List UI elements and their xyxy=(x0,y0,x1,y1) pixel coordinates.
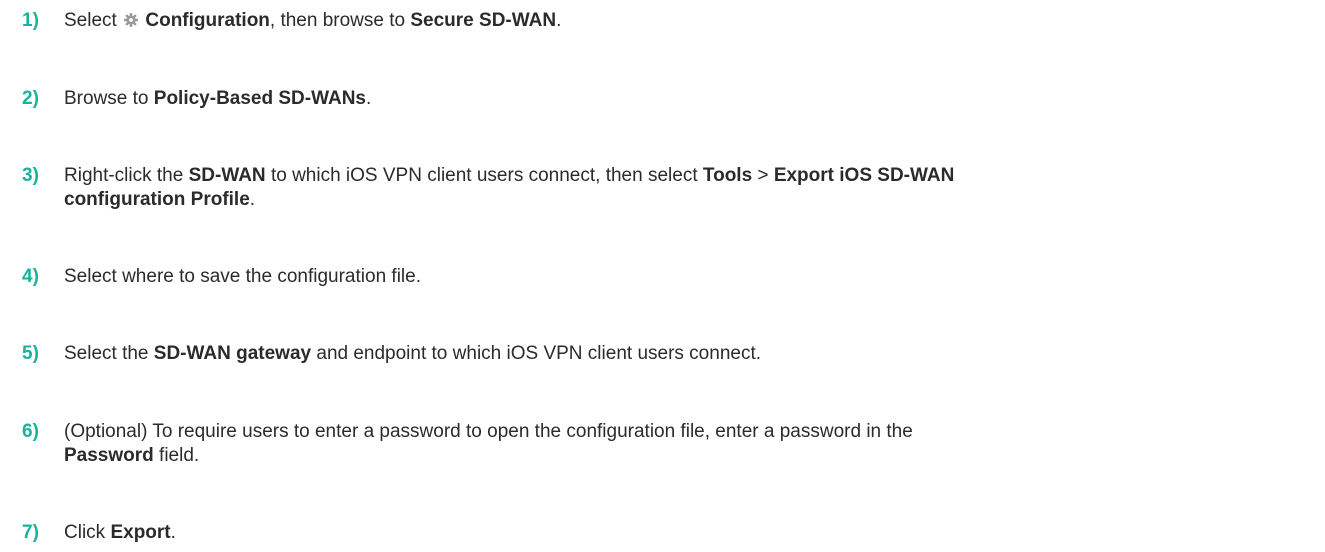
step-text: Click Export. xyxy=(64,522,176,543)
step-text: (Optional) To require users to enter a p… xyxy=(64,421,913,466)
step-number: 6) xyxy=(22,421,39,442)
menu-export-ios-sd-wan: Export iOS SD-WAN xyxy=(773,165,955,186)
gear-icon xyxy=(123,11,139,27)
menu-policy-based-sd-wans: Policy-Based SD-WANs xyxy=(153,88,366,109)
term-sd-wan: SD-WAN xyxy=(188,165,266,186)
button-export: Export xyxy=(110,522,171,543)
step-text: Select Configuration, then browse to Sec… xyxy=(64,10,562,31)
field-password: Password xyxy=(64,445,154,466)
menu-configuration: Configuration xyxy=(145,10,270,31)
step-number: 4) xyxy=(22,266,39,287)
menu-configuration-profile: configuration Profile xyxy=(64,189,250,210)
step-number: 7) xyxy=(22,522,39,543)
term-sd-wan-gateway: SD-WAN gateway xyxy=(153,343,312,364)
menu-secure-sd-wan: Secure SD-WAN xyxy=(410,10,557,31)
step-number: 2) xyxy=(22,88,39,109)
step-number: 3) xyxy=(22,165,39,186)
step-text: Select the SD-WAN gateway and endpoint t… xyxy=(64,343,762,364)
step-text: Select where to save the configuration f… xyxy=(64,266,421,287)
menu-tools: Tools xyxy=(702,165,753,186)
step-text: Browse to Policy-Based SD-WANs. xyxy=(64,88,372,109)
step-number: 5) xyxy=(22,343,39,364)
step-text: Right-click the SD-WAN to which iOS VPN … xyxy=(64,165,955,210)
step-number: 1) xyxy=(22,10,39,31)
